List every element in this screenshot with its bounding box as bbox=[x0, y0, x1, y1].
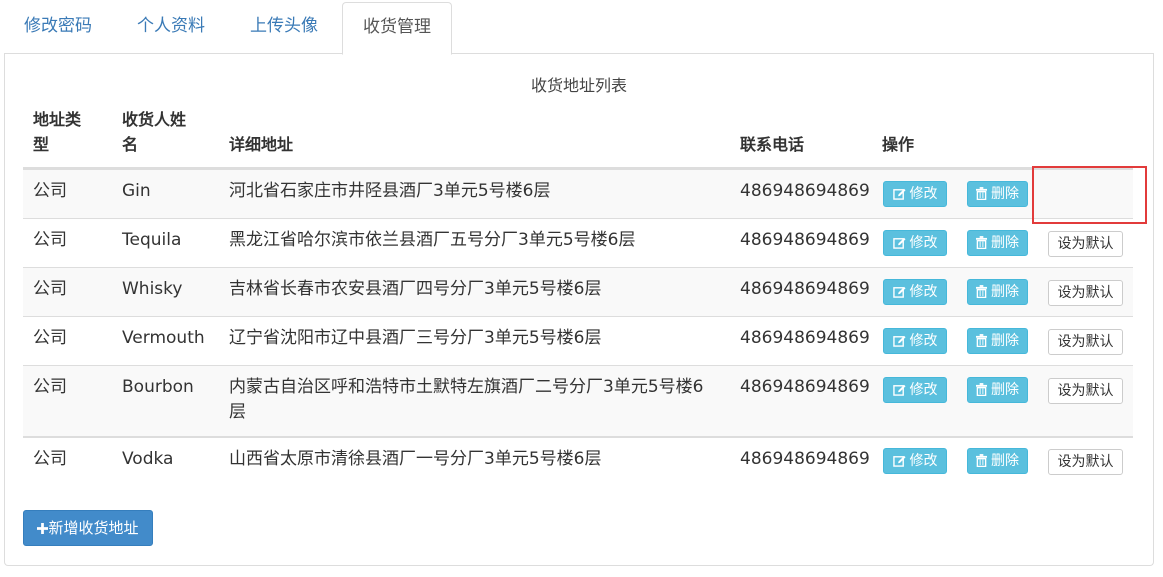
cell-address: 河北省石家庄市井陉县酒厂3单元5号楼6层 bbox=[229, 181, 551, 201]
header-address-type-line2: 型 bbox=[33, 135, 50, 154]
tab-bar: 修改密码 个人资料 上传头像 收货管理 bbox=[4, 2, 1154, 55]
plus-icon bbox=[37, 523, 49, 534]
add-address-label: 新增收货地址 bbox=[48, 520, 139, 537]
cell-phone: 486948694869 bbox=[740, 328, 870, 348]
cell-name: Gin bbox=[122, 181, 151, 201]
delete-button[interactable]: 删除 bbox=[967, 230, 1028, 256]
delete-label: 删除 bbox=[991, 453, 1019, 469]
edit-icon bbox=[892, 384, 906, 396]
trash-icon bbox=[976, 334, 987, 348]
cell-type: 公司 bbox=[33, 328, 67, 348]
tab-upload-avatar[interactable]: 上传头像 bbox=[230, 2, 338, 54]
delete-button[interactable]: 删除 bbox=[967, 279, 1028, 305]
cell-type: 公司 bbox=[33, 181, 67, 201]
edit-label: 修改 bbox=[909, 333, 938, 349]
edit-label: 修改 bbox=[909, 284, 938, 300]
cell-name: Vermouth bbox=[122, 328, 205, 348]
header-address-type: 地址类 型 bbox=[33, 107, 81, 157]
cell-type: 公司 bbox=[33, 279, 67, 299]
delete-label: 删除 bbox=[991, 186, 1019, 202]
edit-button[interactable]: 修改 bbox=[883, 377, 947, 403]
cell-address: 山西省太原市清徐县酒厂一号分厂3单元5号楼6层 bbox=[229, 449, 602, 469]
cell-phone: 486948694869 bbox=[740, 377, 870, 397]
trash-icon bbox=[976, 454, 987, 468]
delete-button[interactable]: 删除 bbox=[967, 377, 1028, 403]
cell-phone: 486948694869 bbox=[740, 449, 870, 469]
tab-profile[interactable]: 个人资料 bbox=[117, 2, 225, 54]
table-caption: 收货地址列表 bbox=[530, 76, 627, 95]
cell-address-line2: 层 bbox=[229, 402, 246, 422]
cell-type: 公司 bbox=[33, 449, 67, 469]
cell-name: Whisky bbox=[122, 279, 183, 299]
edit-icon bbox=[892, 455, 906, 467]
set-default-button[interactable]: 设为默认 bbox=[1048, 231, 1123, 257]
cell-name: Tequila bbox=[122, 230, 182, 250]
edit-label: 修改 bbox=[909, 453, 938, 469]
delete-label: 删除 bbox=[991, 333, 1019, 349]
tab-change-password[interactable]: 修改密码 bbox=[4, 2, 112, 54]
edit-label: 修改 bbox=[909, 186, 938, 202]
cell-name: Bourbon bbox=[122, 377, 194, 397]
edit-icon bbox=[892, 286, 906, 298]
delete-button[interactable]: 删除 bbox=[967, 448, 1028, 474]
header-recipient-name-line1: 收货人姓 bbox=[122, 110, 187, 129]
edit-icon bbox=[892, 335, 906, 347]
cell-address: 吉林省长春市农安县酒厂四号分厂3单元5号楼6层 bbox=[229, 279, 602, 299]
set-default-button[interactable]: 设为默认 bbox=[1048, 449, 1123, 475]
edit-button[interactable]: 修改 bbox=[883, 230, 947, 256]
cell-type: 公司 bbox=[33, 377, 67, 397]
edit-label: 修改 bbox=[909, 382, 938, 398]
header-actions: 操作 bbox=[882, 135, 915, 154]
set-default-button[interactable]: 设为默认 bbox=[1048, 280, 1123, 306]
cell-phone: 486948694869 bbox=[740, 279, 870, 299]
header-recipient-name-line2: 名 bbox=[122, 135, 139, 154]
add-address-button[interactable]: 新增收货地址 bbox=[23, 510, 153, 546]
edit-icon bbox=[892, 188, 906, 200]
cell-phone: 486948694869 bbox=[740, 230, 870, 250]
set-default-button[interactable]: 设为默认 bbox=[1048, 378, 1123, 404]
cell-address: 内蒙古自治区呼和浩特市土默特左旗酒厂二号分厂3单元5号楼6 层 bbox=[229, 375, 703, 425]
highlight-box bbox=[1032, 166, 1147, 224]
delete-label: 删除 bbox=[991, 382, 1019, 398]
edit-label: 修改 bbox=[909, 235, 938, 251]
edit-button[interactable]: 修改 bbox=[883, 181, 947, 207]
delete-button[interactable]: 删除 bbox=[967, 181, 1028, 207]
cell-address: 辽宁省沈阳市辽中县酒厂三号分厂3单元5号楼6层 bbox=[229, 328, 602, 348]
cell-address: 黑龙江省哈尔滨市依兰县酒厂五号分厂3单元5号楼6层 bbox=[229, 230, 636, 250]
delete-label: 删除 bbox=[991, 235, 1019, 251]
edit-button[interactable]: 修改 bbox=[883, 328, 947, 354]
cell-phone: 486948694869 bbox=[740, 181, 870, 201]
tab-shipping-management[interactable]: 收货管理 bbox=[342, 2, 452, 55]
header-recipient-name: 收货人姓 名 bbox=[122, 107, 186, 157]
header-phone: 联系电话 bbox=[740, 135, 805, 154]
cell-type: 公司 bbox=[33, 230, 67, 250]
trash-icon bbox=[976, 285, 987, 299]
header-address-type-line1: 地址类 bbox=[33, 110, 82, 129]
edit-button[interactable]: 修改 bbox=[883, 279, 947, 305]
trash-icon bbox=[976, 383, 987, 397]
edit-icon bbox=[892, 237, 906, 249]
delete-button[interactable]: 删除 bbox=[967, 328, 1028, 354]
cell-name: Vodka bbox=[122, 449, 174, 469]
set-default-button[interactable]: 设为默认 bbox=[1048, 329, 1123, 355]
trash-icon bbox=[976, 187, 987, 201]
delete-label: 删除 bbox=[991, 284, 1019, 300]
edit-button[interactable]: 修改 bbox=[883, 448, 947, 474]
cell-address-line1: 内蒙古自治区呼和浩特市土默特左旗酒厂二号分厂3单元5号楼6 bbox=[229, 377, 704, 397]
header-address: 详细地址 bbox=[229, 135, 294, 154]
trash-icon bbox=[976, 236, 987, 250]
